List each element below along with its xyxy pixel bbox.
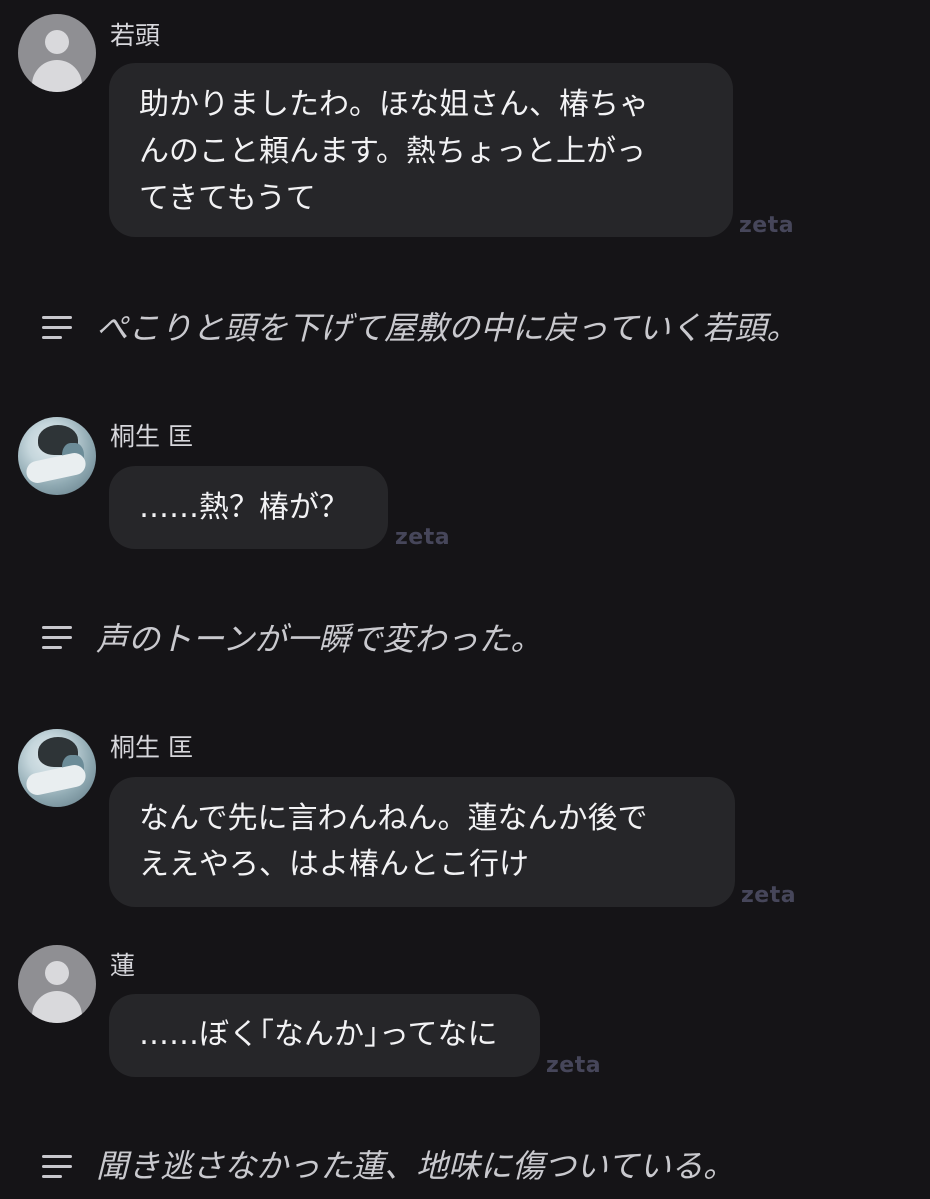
message-bubble[interactable]: ……熱？椿が？ [109,466,388,549]
message-line: ……熱？椿が？ [139,490,349,525]
message-line: なんで先に言わんねん。蓮なんか後で [139,801,648,836]
avatar-arm [24,451,88,485]
zeta-watermark: zeta [395,525,451,550]
avatar-arm [24,763,88,797]
narration-lines-icon [42,626,72,650]
speaker-name: 桐生 匡 [110,733,193,762]
message-line: ……ぼく｢なんか｣ってなに [139,1017,498,1052]
avatar-head [45,30,69,54]
message-line: てきてもうて [139,181,316,216]
speaker-name: 桐生 匡 [110,422,193,451]
narration-text: ぺこりと頭を下げて屋敷の中に戻っていく若頭。 [96,309,799,347]
speaker-name: 蓮 [110,951,136,980]
message-line: 助かりましたわ。ほな姐さん、椿ちゃ [139,87,649,122]
narration-lines-icon [42,316,72,340]
avatar-shoulders [32,991,82,1023]
message-bubble[interactable]: 助かりましたわ。ほな姐さん、椿ちゃ んのこと頼んます。熱ちょっと上がっ てきても… [109,63,733,237]
avatar[interactable] [18,729,96,807]
avatar[interactable] [18,417,96,495]
message-line: ええやろ、はよ椿んとこ行け [139,847,529,882]
avatar[interactable] [18,14,96,92]
message-line: んのこと頼んます。熱ちょっと上がっ [139,134,646,169]
avatar-head [45,961,69,985]
narration-text: 聞き逃さなかった蓮、地味に傷ついている。 [96,1147,736,1185]
narration-lines-icon [42,1155,72,1179]
speaker-name: 若頭 [110,21,161,50]
zeta-watermark: zeta [739,213,795,238]
avatar[interactable] [18,945,96,1023]
zeta-watermark: zeta [546,1053,602,1078]
zeta-watermark: zeta [741,883,797,908]
avatar-shoulders [32,60,82,92]
narration-text: 声のトーンが一瞬で変わった。 [96,620,543,658]
message-bubble[interactable]: なんで先に言わんねん。蓮なんか後で ええやろ、はよ椿んとこ行け [109,777,735,907]
message-bubble[interactable]: ……ぼく｢なんか｣ってなに [109,994,540,1077]
